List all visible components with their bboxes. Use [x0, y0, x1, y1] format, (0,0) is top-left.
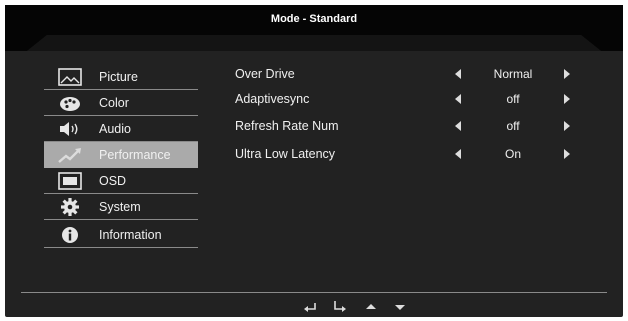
setting-label: Adaptivesync [235, 92, 310, 106]
menu-item-label: Performance [99, 148, 171, 162]
setting-value: On [504, 147, 521, 161]
menu-item-label: Color [99, 96, 129, 110]
down-icon[interactable] [393, 300, 407, 312]
setting-over-drive[interactable]: Over Drive Normal [235, 65, 585, 85]
setting-label: Over Drive [235, 67, 295, 81]
menu-item-label: Information [99, 228, 162, 242]
arrow-right-icon[interactable] [564, 121, 570, 131]
arrow-left-icon[interactable] [455, 121, 461, 131]
setting-refresh-rate-num[interactable]: Refresh Rate Num off [235, 117, 585, 137]
menu-item-label: OSD [99, 174, 127, 188]
performance-icon [58, 148, 81, 163]
arrow-left-icon[interactable] [455, 94, 461, 104]
setting-value: off [506, 92, 520, 106]
setting-value: off [506, 119, 520, 133]
speaker-icon [60, 122, 78, 136]
page-title: Mode - Standard [270, 13, 358, 25]
menu-item-picture[interactable]: Picture [44, 64, 198, 90]
osd-icon [58, 172, 82, 190]
setting-value: Normal [493, 67, 533, 81]
menu-item-audio[interactable]: Audio [44, 116, 198, 142]
menu-item-osd[interactable]: OSD [44, 168, 198, 194]
picture-icon [58, 68, 82, 86]
osd-window: Mode - Standard Picture Color Audio Perf… [0, 0, 628, 321]
info-icon [62, 227, 78, 243]
arrow-left-icon[interactable] [455, 149, 461, 159]
menu-divider [44, 219, 198, 220]
setting-adaptivesync[interactable]: Adaptivesync off [235, 90, 585, 110]
menu-item-label: Picture [99, 70, 138, 84]
setting-label: Ultra Low Latency [235, 147, 336, 161]
menu-divider [44, 247, 198, 248]
back-icon[interactable] [303, 300, 317, 312]
palette-icon [60, 97, 80, 111]
menu-item-performance[interactable]: Performance [44, 142, 198, 168]
up-icon[interactable] [364, 300, 378, 312]
footer-divider [21, 292, 607, 293]
menu-item-color[interactable]: Color [44, 90, 198, 116]
menu-item-label: Audio [99, 122, 131, 136]
setting-label: Refresh Rate Num [235, 119, 339, 133]
arrow-right-icon[interactable] [564, 149, 570, 159]
menu-item-label: System [99, 200, 141, 214]
arrow-left-icon[interactable] [455, 69, 461, 79]
menu-item-information[interactable]: Information [44, 222, 198, 248]
menu-item-system[interactable]: System [44, 194, 198, 220]
arrow-right-icon[interactable] [564, 69, 570, 79]
arrow-right-icon[interactable] [564, 94, 570, 104]
header-banner [5, 5, 623, 51]
setting-ultra-low-latency[interactable]: Ultra Low Latency On [235, 145, 585, 165]
enter-icon[interactable] [333, 300, 347, 312]
gear-icon [61, 198, 79, 216]
